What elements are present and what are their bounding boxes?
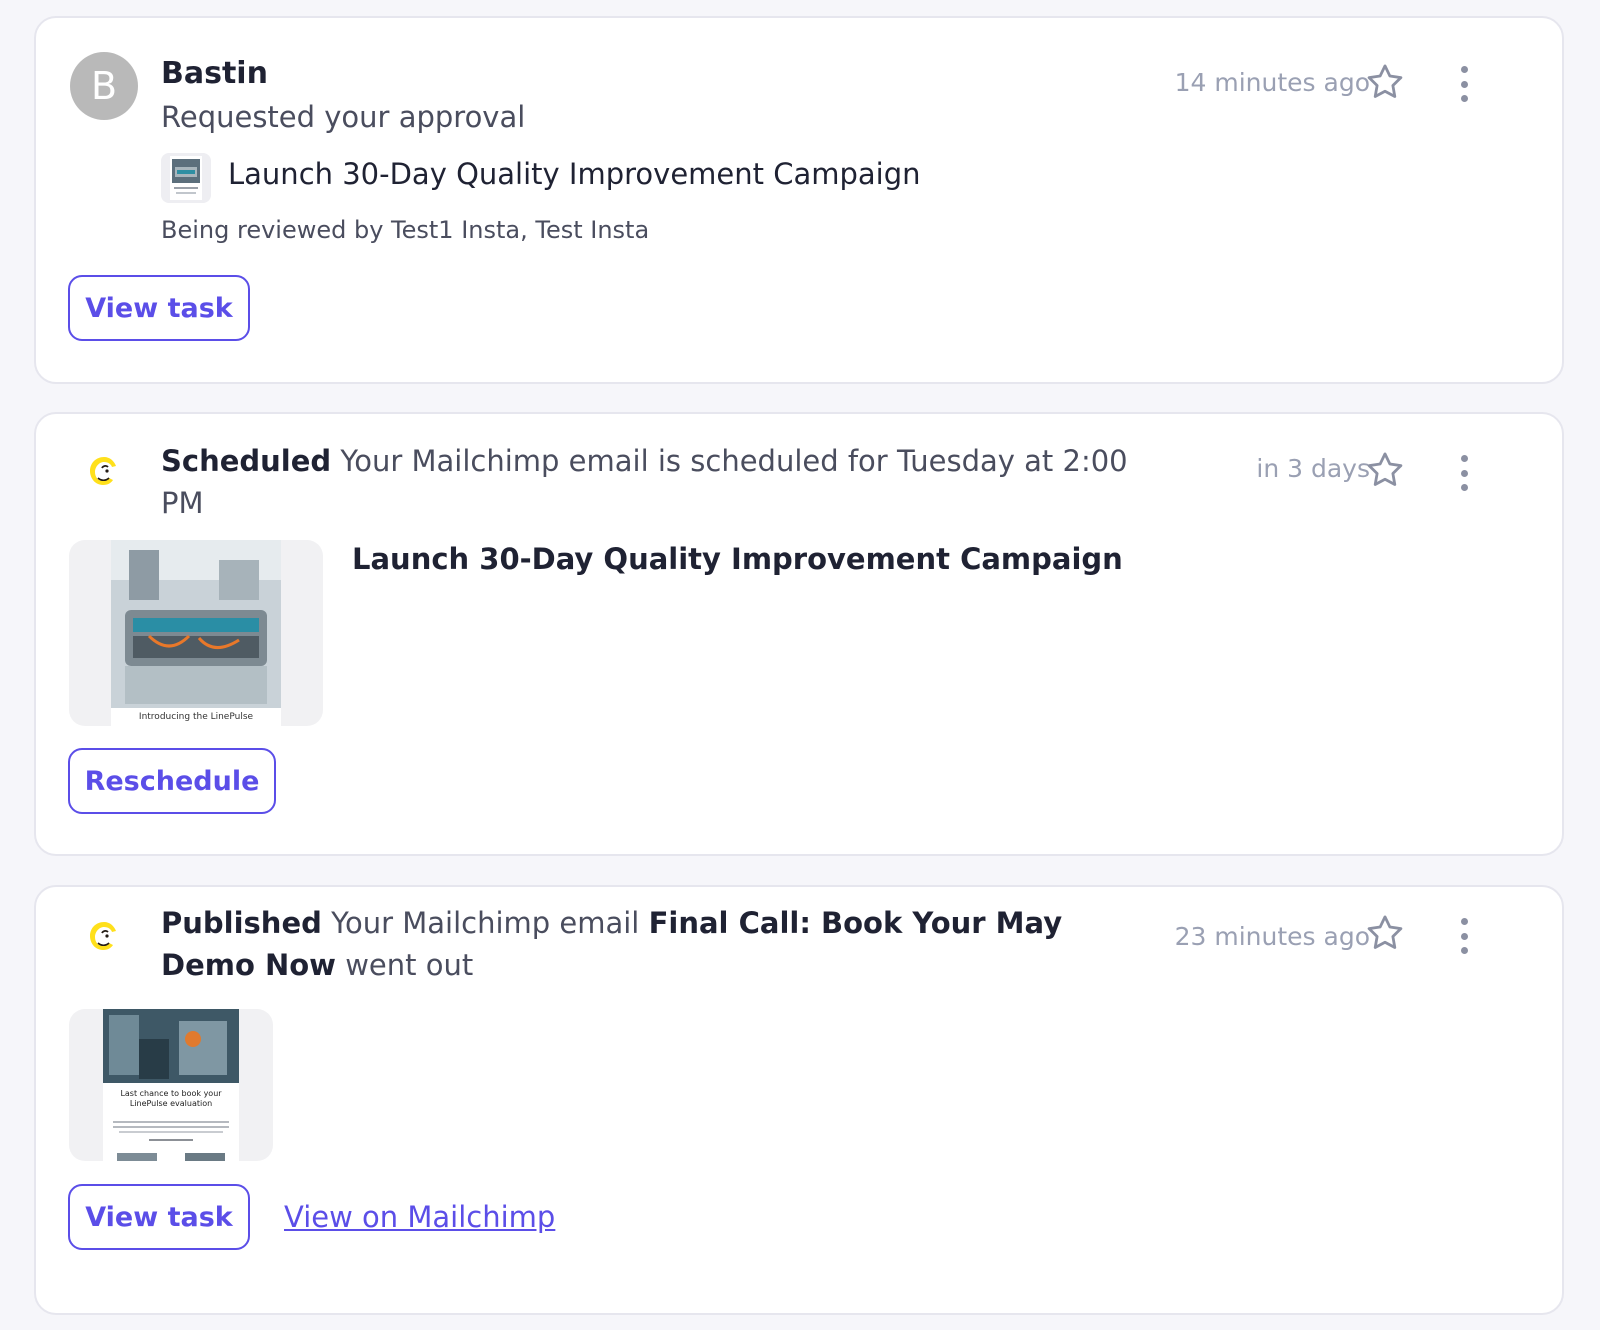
preview-caption: Last chance to book your LinePulse evalu… <box>120 1089 222 1108</box>
notification-headline: Published Your Mailchimp email Final Cal… <box>161 902 1161 986</box>
timestamp: 14 minutes ago <box>1174 68 1370 97</box>
view-task-button[interactable]: View task <box>68 275 250 341</box>
timestamp: in 3 days <box>1256 454 1370 483</box>
status-label: Published <box>161 906 322 940</box>
star-icon[interactable] <box>1364 61 1406 103</box>
view-task-button[interactable]: View task <box>68 1184 250 1250</box>
notification-message-suffix: went out <box>345 948 474 982</box>
notification-message: Your Mailchimp email <box>331 906 640 940</box>
more-options-icon[interactable] <box>1458 455 1470 491</box>
preview-caption: Introducing the LinePulse <box>138 712 254 722</box>
more-options-icon[interactable] <box>1458 918 1470 954</box>
notification-card-approval: B Bastin Requested your approval Launch … <box>34 16 1564 384</box>
mailchimp-icon <box>84 452 124 492</box>
reviewers-text: Being reviewed by Test1 Insta, Test Inst… <box>161 216 650 244</box>
status-label: Scheduled <box>161 444 332 478</box>
email-preview-thumbnail[interactable]: Last chance to book your LinePulse evalu… <box>69 1009 273 1161</box>
avatar: B <box>70 52 138 120</box>
view-on-mailchimp-link[interactable]: View on Mailchimp <box>284 1200 555 1234</box>
notification-headline: Scheduled Your Mailchimp email is schedu… <box>161 440 1161 524</box>
notification-subtitle: Requested your approval <box>161 100 526 134</box>
timestamp: 23 minutes ago <box>1174 922 1370 951</box>
sender-name: Bastin <box>161 56 268 91</box>
notification-card-published: Published Your Mailchimp email Final Cal… <box>34 885 1564 1315</box>
reschedule-button[interactable]: Reschedule <box>68 748 276 814</box>
email-preview-thumbnail[interactable]: Introducing the LinePulse <box>69 540 323 726</box>
campaign-title[interactable]: Launch 30-Day Quality Improvement Campai… <box>352 542 1123 576</box>
task-thumbnail <box>161 153 211 203</box>
star-icon[interactable] <box>1364 449 1406 491</box>
task-title[interactable]: Launch 30-Day Quality Improvement Campai… <box>228 157 921 191</box>
star-icon[interactable] <box>1364 912 1406 954</box>
more-options-icon[interactable] <box>1458 66 1470 102</box>
mailchimp-icon <box>84 917 124 957</box>
notification-card-scheduled: Scheduled Your Mailchimp email is schedu… <box>34 412 1564 856</box>
